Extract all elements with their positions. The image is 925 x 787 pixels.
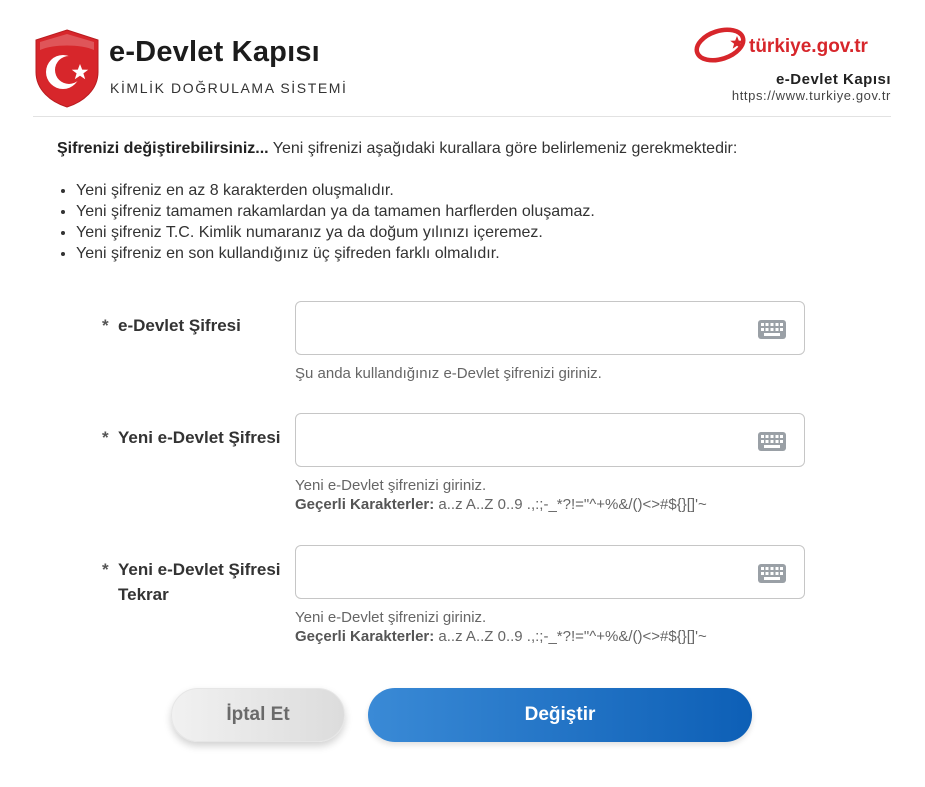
change-password-button[interactable]: Değiştir	[368, 688, 752, 742]
e-devlet-shield-icon	[35, 29, 99, 108]
brand-title: e-Devlet Kapısı	[109, 36, 320, 68]
new-password-repeat-label: * Yeni e-Devlet Şifresi Tekrar	[102, 557, 292, 607]
rule-item: Yeni şifreniz en son kullandığınız üç şi…	[76, 243, 595, 264]
portal-logo-text: türkiye.gov.tr	[749, 36, 869, 57]
intro-rest: Yeni şifrenizi aşağıdaki kurallara göre …	[268, 140, 738, 157]
new-password-repeat-input[interactable]	[308, 556, 748, 588]
rule-item: Yeni şifreniz tamamen rakamlardan ya da …	[76, 201, 595, 222]
required-mark: *	[102, 428, 109, 447]
rule-item: Yeni şifreniz en az 8 karakterden oluşma…	[76, 180, 595, 201]
valid-characters-line: Geçerli Karakterler: a..z A..Z 0..9 .,:;…	[295, 627, 707, 646]
required-mark: *	[102, 560, 109, 579]
intro-bold: Şifrenizi değiştirebilirsiniz...	[57, 140, 269, 157]
new-password-box	[295, 413, 805, 467]
valid-characters-line: Geçerli Karakterler: a..z A..Z 0..9 .,:;…	[295, 495, 707, 514]
new-password-label-text: Yeni e-Devlet Şifresi	[118, 428, 281, 447]
portal-url: https://www.turkiye.gov.tr	[731, 88, 891, 103]
current-password-label-text: e-Devlet Şifresi	[118, 316, 241, 335]
valid-characters-value: a..z A..Z 0..9 .,:;-_*?!="^+%&/()<>#${}[…	[434, 628, 707, 645]
portal-title: e-Devlet Kapısı	[775, 71, 891, 88]
new-password-repeat-label-text: Yeni e-Devlet Şifresi Tekrar	[118, 560, 281, 604]
valid-characters-label: Geçerli Karakterler:	[295, 628, 435, 645]
new-password-help: Yeni e-Devlet şifrenizi giriniz. Geçerli…	[295, 476, 707, 514]
page-header: e-Devlet Kapısı KİMLİK DOĞRULAMA SİSTEMİ…	[33, 0, 891, 117]
required-mark: *	[102, 316, 109, 335]
current-password-input[interactable]	[308, 312, 748, 344]
current-password-label: * e-Devlet Şifresi	[102, 313, 292, 338]
current-password-help: Şu anda kullandığınız e-Devlet şifrenizi…	[295, 365, 602, 382]
new-password-repeat-help-text: Yeni e-Devlet şifrenizi giriniz.	[295, 609, 487, 626]
new-password-repeat-help: Yeni e-Devlet şifrenizi giriniz. Geçerli…	[295, 608, 707, 646]
cancel-button[interactable]: İptal Et	[171, 688, 345, 742]
new-password-help-text: Yeni e-Devlet şifrenizi giriniz.	[295, 477, 487, 494]
turkiye-gov-tr-logo[interactable]: türkiye.gov.tr	[693, 22, 885, 68]
intro-text: Şifrenizi değiştirebilirsiniz... Yeni şi…	[57, 140, 877, 158]
brand-subtitle: KİMLİK DOĞRULAMA SİSTEMİ	[110, 80, 348, 96]
keyboard-icon[interactable]	[758, 564, 786, 583]
keyboard-icon[interactable]	[758, 320, 786, 339]
password-rules-list: Yeni şifreniz en az 8 karakterden oluşma…	[57, 180, 595, 264]
new-password-repeat-box	[295, 545, 805, 599]
rule-item: Yeni şifreniz T.C. Kimlik numaranız ya d…	[76, 222, 595, 243]
valid-characters-value: a..z A..Z 0..9 .,:;-_*?!="^+%&/()<>#${}[…	[434, 496, 707, 513]
keyboard-icon[interactable]	[758, 432, 786, 451]
new-password-label: * Yeni e-Devlet Şifresi	[102, 425, 292, 450]
current-password-box	[295, 301, 805, 355]
valid-characters-label: Geçerli Karakterler:	[295, 496, 435, 513]
new-password-input[interactable]	[308, 424, 748, 456]
